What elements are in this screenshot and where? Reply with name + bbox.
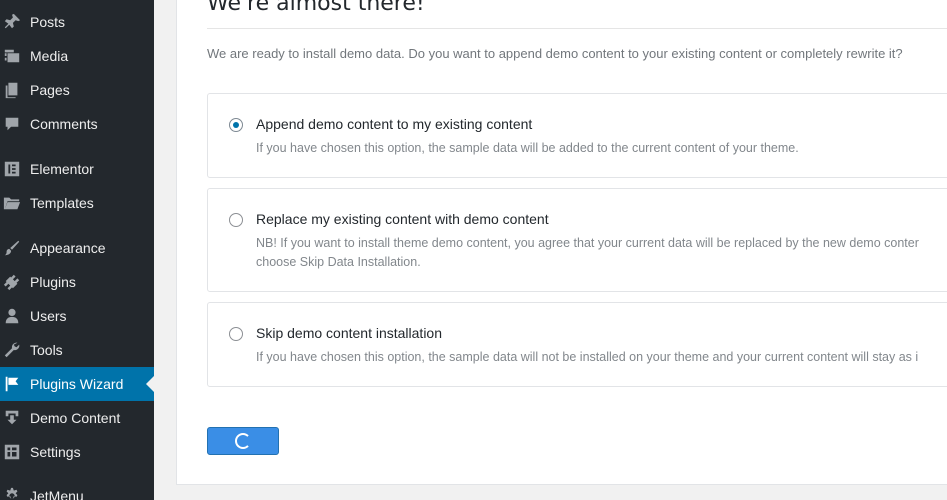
sidebar-item-tools[interactable]: Tools (0, 333, 154, 367)
sidebar-item-label: Tools (30, 342, 63, 358)
sidebar-item-appearance[interactable]: Appearance (0, 231, 154, 265)
intro-text: We are ready to install demo data. Do yo… (207, 46, 903, 61)
sidebar-item-label: Comments (30, 116, 98, 132)
plug-icon (1, 272, 23, 292)
sidebar-item-comments[interactable]: Comments (0, 107, 154, 141)
sidebar-item-label: Elementor (30, 161, 94, 177)
folder-icon (1, 193, 23, 213)
active-indicator (146, 376, 154, 392)
wrench-icon (1, 340, 23, 360)
sidebar-item-templates[interactable]: Templates (0, 186, 154, 220)
settings-icon (1, 442, 23, 462)
sidebar-item-label: Templates (30, 195, 94, 211)
elementor-icon (1, 159, 23, 179)
user-icon (1, 306, 23, 326)
radio-skip[interactable] (229, 327, 243, 341)
sidebar-item-label: Plugins (30, 274, 76, 290)
sidebar-item-plugins-wizard[interactable]: Plugins Wizard (0, 367, 154, 401)
pin-icon (1, 12, 23, 32)
gear-icon (1, 486, 23, 500)
option-title: Replace my existing content with demo co… (256, 211, 549, 227)
flag-icon (1, 374, 23, 394)
sidebar-item-label: Users (30, 308, 67, 324)
sidebar-item-label: Posts (30, 14, 66, 30)
brush-icon (1, 238, 23, 258)
sidebar-item-elementor[interactable]: Elementor (0, 152, 154, 186)
option-title: Append demo content to my existing conte… (256, 116, 533, 132)
sidebar-item-label: Plugins Wizard (30, 376, 124, 392)
option-title: Skip demo content installation (256, 325, 442, 341)
comment-icon (1, 114, 23, 134)
option-description-line-2: choose Skip Data Installation. (256, 255, 421, 269)
admin-sidebar: Posts Media Pages Comments Elementor Tem… (0, 0, 154, 500)
install-submit-button[interactable] (207, 427, 279, 455)
media-icon (1, 46, 23, 66)
sidebar-item-label: Settings (30, 444, 81, 460)
sidebar-item-jetmenu[interactable]: JetMenu (0, 479, 154, 500)
option-description: If you have chosen this option, the samp… (256, 350, 919, 364)
page-title: We're almost there! (207, 0, 425, 16)
sidebar-item-label: Pages (30, 82, 70, 98)
radio-append[interactable] (229, 118, 243, 132)
sidebar-item-label: JetMenu (30, 488, 84, 500)
sidebar-item-demo-content[interactable]: Demo Content (0, 401, 154, 435)
sidebar-item-posts[interactable]: Posts (0, 5, 154, 39)
sidebar-item-label: Appearance (30, 240, 106, 256)
sidebar-item-users[interactable]: Users (0, 299, 154, 333)
sidebar-item-plugins[interactable]: Plugins (0, 265, 154, 299)
sidebar-item-label: Demo Content (30, 410, 121, 426)
option-skip-demo[interactable]: Skip demo content installation If you ha… (207, 302, 947, 387)
option-description: If you have chosen this option, the samp… (256, 141, 799, 155)
sidebar-item-settings[interactable]: Settings (0, 435, 154, 469)
radio-replace[interactable] (229, 213, 243, 227)
divider (207, 28, 947, 29)
option-replace-demo[interactable]: Replace my existing content with demo co… (207, 188, 947, 292)
spinner-icon (235, 433, 251, 449)
option-append-demo[interactable]: Append demo content to my existing conte… (207, 93, 947, 178)
sidebar-item-pages[interactable]: Pages (0, 73, 154, 107)
pages-icon (1, 80, 23, 100)
sidebar-item-label: Media (30, 48, 69, 64)
option-description: NB! If you want to install theme demo co… (256, 236, 919, 250)
download-icon (1, 408, 23, 428)
sidebar-item-media[interactable]: Media (0, 39, 154, 73)
